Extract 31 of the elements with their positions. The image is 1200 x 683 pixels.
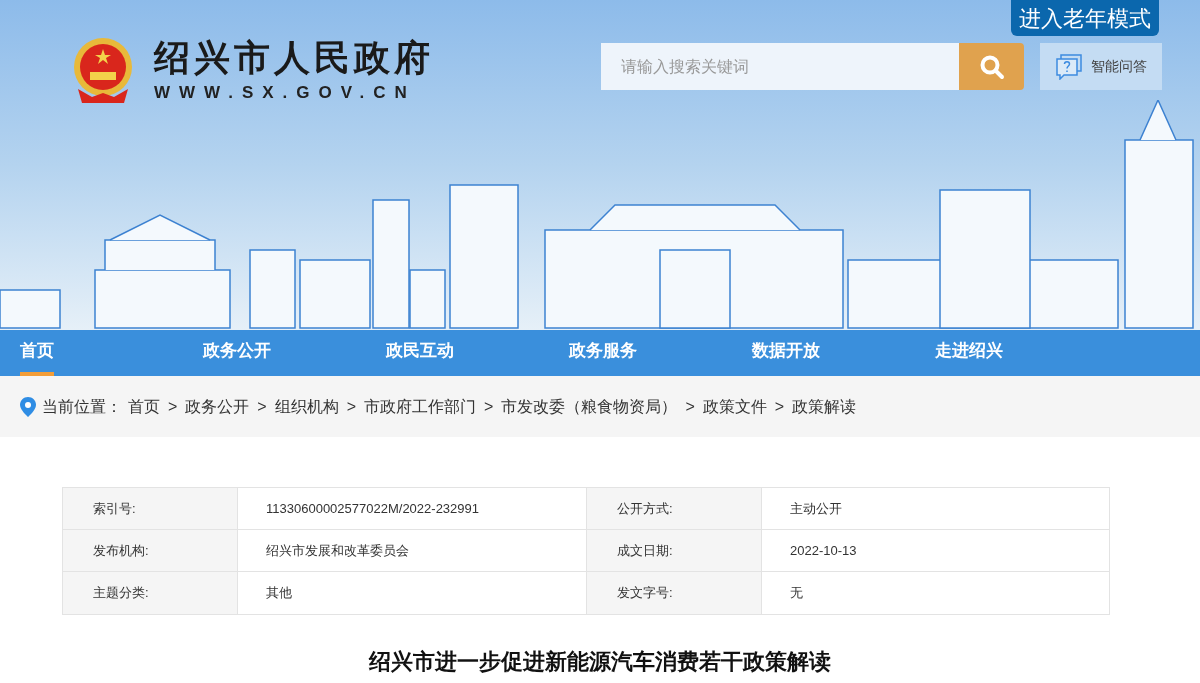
breadcrumb-link[interactable]: 市发改委（粮食物资局） [501,394,678,419]
breadcrumb-link[interactable]: 市政府工作部门 [364,394,477,419]
breadcrumb-link[interactable]: 政策解读 [792,394,857,419]
table-label-cell: 主题分类: [63,572,238,614]
emblem-icon [72,36,134,105]
qa-button[interactable]: 智能问答 [1040,43,1162,90]
table-label-cell: 公开方式: [587,488,762,529]
table-label-cell: 成文日期: [587,530,762,571]
article-title: 绍兴市进一步促进新能源汽车消费若干政策解读 [369,648,831,676]
search-button[interactable] [959,43,1024,90]
search-field[interactable]: 请输入搜索关键词 [601,43,959,90]
location-pin-icon [20,396,36,417]
table-label-cell: 发文字号: [587,572,762,614]
breadcrumb-separator: > [684,396,696,417]
breadcrumb-separator: > [167,396,179,417]
breadcrumb-separator: > [256,396,268,417]
elder-mode-button[interactable]: 进入老年模式 [1011,0,1159,36]
site-url: WWW.SX.GOV.CN [154,82,417,104]
breadcrumb-link[interactable]: 政策文件 [702,394,767,419]
chat-question-icon [1055,53,1083,80]
breadcrumb-separator: > [483,396,495,417]
breadcrumb-label: 当前位置： [42,396,122,417]
breadcrumb-separator: > [773,396,786,417]
site-name: 绍兴市人民政府 [154,37,434,80]
breadcrumb-link[interactable]: 组织机构 [274,394,339,419]
search-icon [978,53,1005,80]
breadcrumb-link[interactable]: 首页 [128,394,160,419]
breadcrumb-link[interactable]: 政务公开 [185,394,250,419]
table-label-cell: 发布机构: [63,530,238,571]
breadcrumb-separator: > [345,396,358,417]
table-label-cell: 索引号: [63,488,238,529]
